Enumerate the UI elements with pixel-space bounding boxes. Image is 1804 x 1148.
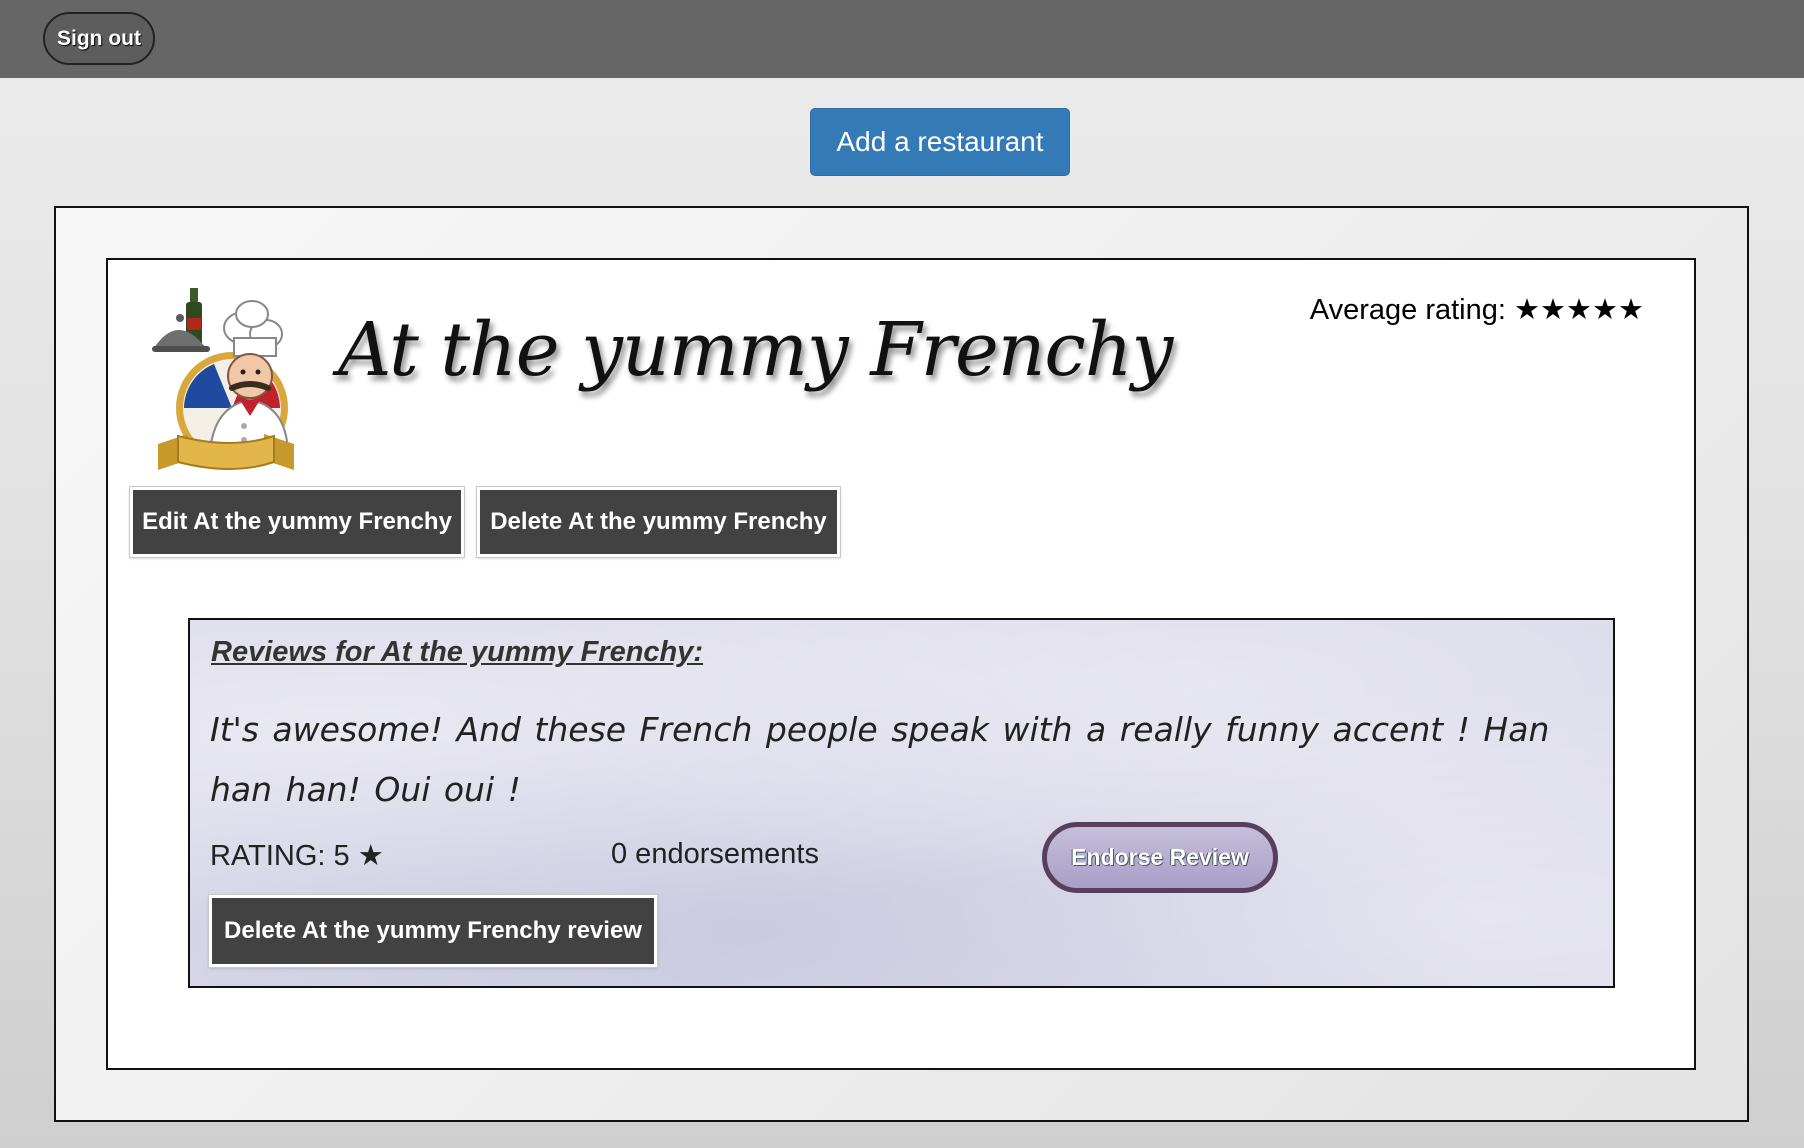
sign-out-button[interactable]: Sign out <box>43 12 155 65</box>
delete-review-button[interactable]: Delete At the yummy Frenchy review <box>209 895 657 967</box>
top-bar: Sign out <box>0 0 1804 78</box>
restaurant-title: At the yummy Frenchy <box>338 307 1173 393</box>
average-rating: Average rating: ★★★★★ <box>1309 294 1644 326</box>
chef-logo-icon <box>152 288 294 470</box>
delete-restaurant-button[interactable]: Delete At the yummy Frenchy <box>477 487 840 557</box>
add-restaurant-button[interactable]: Add a restaurant <box>810 108 1070 176</box>
review-rating: RATING: 5 ★ <box>210 840 384 872</box>
review-text: It's awesome! And these French people sp… <box>210 710 1550 809</box>
reviews-heading: Reviews for At the yummy Frenchy: <box>211 636 704 668</box>
endorse-review-button[interactable]: Endorse Review <box>1042 822 1278 893</box>
edit-restaurant-button[interactable]: Edit At the yummy Frenchy <box>130 487 464 557</box>
endorsement-count: 0 endorsements <box>611 838 819 870</box>
